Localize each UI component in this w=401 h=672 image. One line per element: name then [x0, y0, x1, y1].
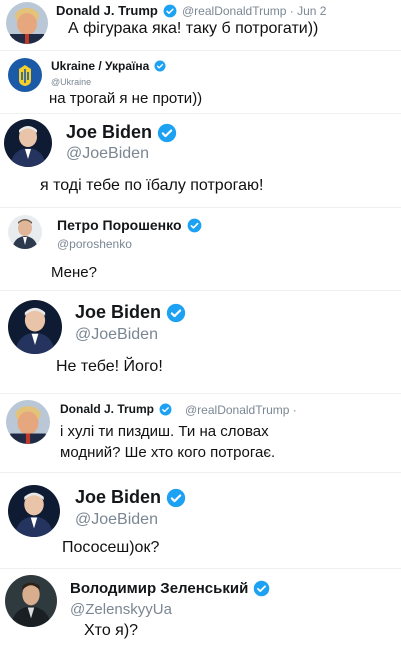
verified-badge-icon	[253, 580, 270, 597]
author-name[interactable]: Joe Biden	[75, 302, 186, 323]
tweet-text: Не тебе! Його!	[56, 358, 163, 375]
avatar-trump[interactable]	[6, 2, 48, 44]
avatar-poroshenko[interactable]	[8, 215, 42, 249]
verified-badge-icon	[159, 403, 172, 416]
avatar-biden[interactable]	[8, 300, 62, 354]
author-handle[interactable]: @realDonaldTrump ·	[185, 403, 297, 417]
divider	[0, 207, 401, 208]
author-handle[interactable]: @JoeBiden	[75, 326, 158, 344]
tweet-biden-1: Joe Biden @JoeBiden я тоді тебе по їбалу…	[0, 115, 401, 205]
tweet-zelensky: Володимир Зеленський @ZelenskyyUa Хто я)…	[0, 570, 401, 650]
avatar-ukraine[interactable]	[8, 58, 42, 92]
author-handle[interactable]: @ZelenskyyUa	[70, 601, 172, 618]
author-name[interactable]: Joe Biden	[66, 122, 177, 143]
author-handle[interactable]: @realDonaldTrump · Jun 2	[182, 4, 326, 18]
tweet-text: А фігурака яка! таку б потрогати))	[68, 20, 319, 37]
verified-badge-icon	[154, 60, 166, 72]
author-name[interactable]: Donald J. Trump	[60, 402, 172, 416]
verified-badge-icon	[166, 303, 186, 323]
tweet-text-line-1: і хулі ти пиздиш. Ти на словах	[60, 423, 269, 440]
author-name[interactable]: Joe Biden	[75, 487, 186, 508]
tweet-biden-3: Joe Biden @JoeBiden Пососеш)ок?	[0, 475, 401, 565]
divider	[0, 113, 401, 114]
avatar-trump[interactable]	[6, 400, 50, 444]
tweet-text: Пососеш)ок?	[62, 539, 160, 556]
tweet-poroshenko: Петро Порошенко @poroshenko Мене?	[0, 209, 401, 289]
author-handle[interactable]: @poroshenko	[57, 237, 132, 251]
author-name[interactable]: Ukraine / Україна	[51, 59, 166, 73]
verified-badge-icon	[157, 123, 177, 143]
tweet-text: Хто я)?	[84, 622, 139, 639]
tweet-biden-2: Joe Biden @JoeBiden Не тебе! Його!	[0, 292, 401, 392]
avatar-biden[interactable]	[4, 119, 52, 167]
divider	[0, 568, 401, 569]
tweet-trump-2: Donald J. Trump @realDonaldTrump · і хул…	[0, 396, 401, 471]
author-handle[interactable]: @JoeBiden	[75, 511, 158, 529]
verified-badge-icon	[166, 488, 186, 508]
divider	[0, 393, 401, 394]
author-name[interactable]: Володимир Зеленський	[70, 580, 270, 597]
author-name[interactable]: Donald J. Trump	[56, 3, 177, 18]
avatar-biden[interactable]	[8, 485, 60, 537]
verified-badge-icon	[187, 218, 202, 233]
author-name[interactable]: Петро Порошенко	[57, 217, 202, 233]
tweet-ukraine: Ukraine / Україна @Ukraine на трогай я н…	[0, 52, 401, 112]
tweet-text: Мене?	[51, 264, 97, 281]
verified-badge-icon	[163, 4, 177, 18]
divider	[0, 50, 401, 51]
author-handle[interactable]: @JoeBiden	[66, 145, 149, 163]
author-handle[interactable]: @Ukraine	[51, 77, 91, 87]
tweet-trump-1: Donald J. Trump @realDonaldTrump · Jun 2…	[0, 0, 401, 50]
tweet-text-line-2: модний? Ше хто кого потрогає.	[60, 444, 276, 461]
tweet-text: я тоді тебе по їбалу потрогаю!	[40, 177, 264, 194]
divider	[0, 472, 401, 473]
tweet-text: на трогай я не проти))	[49, 90, 203, 107]
avatar-zelensky[interactable]	[5, 575, 57, 627]
divider	[0, 290, 401, 291]
